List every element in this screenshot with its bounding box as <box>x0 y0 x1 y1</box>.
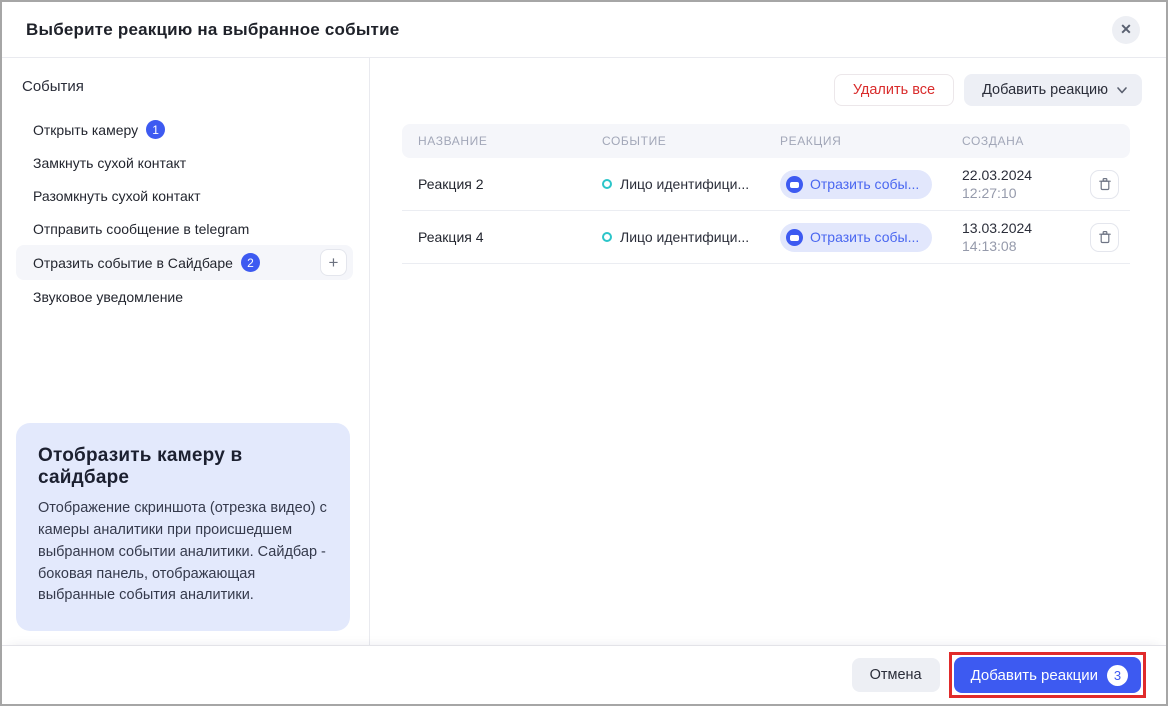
column-header-name: НАЗВАНИЕ <box>418 134 602 148</box>
column-header-event: СОБЫТИЕ <box>602 134 780 148</box>
delete-all-label: Удалить все <box>853 82 935 98</box>
submit-label: Добавить реакции <box>971 667 1098 684</box>
sidebar-item-sound-notification[interactable]: Звуковое уведомление <box>16 280 353 313</box>
plus-icon: + <box>329 254 339 271</box>
delete-reaction-button[interactable] <box>1090 170 1119 199</box>
sidebar-item-label: Замкнуть сухой контакт <box>33 155 186 171</box>
sidebar-item-open-dry-contact[interactable]: Разомкнуть сухой контакт <box>16 179 353 212</box>
event-label: Лицо идентифици... <box>620 229 749 245</box>
chevron-down-icon <box>1116 84 1128 96</box>
reactions-toolbar: Удалить все Добавить реакцию <box>402 74 1142 106</box>
sidebar-item-label: Звуковое уведомление <box>33 289 183 305</box>
reaction-type-badge[interactable]: Отразить собы... <box>780 223 932 252</box>
reaction-event: Лицо идентифици... <box>602 229 780 245</box>
add-reactions-submit-button[interactable]: Добавить реакции 3 <box>954 657 1141 693</box>
sidebar-reaction-icon <box>786 176 803 193</box>
reaction-dialog: Выберите реакцию на выбранное событие ✕ … <box>0 0 1168 706</box>
info-card-description: Отображение скриншота (отрезка видео) с … <box>38 498 328 607</box>
table-row: Реакция 4 Лицо идентифици... Отразить со… <box>402 211 1130 264</box>
created-cell: 13.03.2024 14:13:08 <box>962 220 1090 254</box>
column-header-reaction: РЕАКЦИЯ <box>780 134 962 148</box>
reaction-type-label: Отразить собы... <box>810 229 919 245</box>
sidebar-item-show-in-sidebar[interactable]: Отразить событие в Сайдбаре 2 + <box>16 245 353 280</box>
created-date: 22.03.2024 <box>962 167 1090 183</box>
close-button[interactable]: ✕ <box>1112 16 1140 44</box>
sidebar-reaction-icon <box>786 229 803 246</box>
add-reaction-label: Добавить реакцию <box>982 82 1108 98</box>
created-date: 13.03.2024 <box>962 220 1090 236</box>
reaction-event: Лицо идентифици... <box>602 176 780 192</box>
created-time: 12:27:10 <box>962 185 1090 201</box>
reaction-type-badge[interactable]: Отразить собы... <box>780 170 932 199</box>
event-count-badge: 1 <box>146 120 165 139</box>
event-ring-icon <box>602 179 612 189</box>
table-header-row: НАЗВАНИЕ СОБЫТИЕ РЕАКЦИЯ СОЗДАНА <box>402 124 1130 158</box>
dialog-footer: Отмена Добавить реакции 3 <box>2 645 1166 704</box>
trash-icon <box>1098 177 1112 191</box>
dialog-body: События Открыть камеру 1 Замкнуть сухой … <box>2 58 1166 645</box>
reaction-name: Реакция 2 <box>418 176 602 192</box>
reaction-type-label: Отразить собы... <box>810 176 919 192</box>
trash-icon <box>1098 230 1112 244</box>
info-card-title: Отобразить камеру в сайдбаре <box>38 445 328 489</box>
sidebar-item-label: Открыть камеру <box>33 122 138 138</box>
reaction-name: Реакция 4 <box>418 229 602 245</box>
event-count-badge: 2 <box>241 253 260 272</box>
dialog-header: Выберите реакцию на выбранное событие ✕ <box>2 2 1166 58</box>
submit-count-badge: 3 <box>1107 665 1128 686</box>
events-heading: События <box>22 78 353 95</box>
event-info-card: Отобразить камеру в сайдбаре Отображение… <box>16 423 350 631</box>
cancel-button[interactable]: Отмена <box>852 658 940 692</box>
delete-reaction-button[interactable] <box>1090 223 1119 252</box>
table-row: Реакция 2 Лицо идентифици... Отразить со… <box>402 158 1130 211</box>
close-icon: ✕ <box>1120 21 1132 38</box>
sidebar-item-label: Отразить событие в Сайдбаре <box>33 255 233 271</box>
add-event-reaction-button[interactable]: + <box>320 249 347 276</box>
add-reaction-dropdown[interactable]: Добавить реакцию <box>964 74 1142 106</box>
red-highlight-annotation: Добавить реакции 3 <box>949 652 1146 698</box>
events-sidebar: События Открыть камеру 1 Замкнуть сухой … <box>2 58 370 645</box>
cancel-label: Отмена <box>870 667 922 683</box>
delete-all-button[interactable]: Удалить все <box>834 74 954 106</box>
sidebar-item-open-camera[interactable]: Открыть камеру 1 <box>16 113 353 146</box>
event-ring-icon <box>602 232 612 242</box>
reactions-table: НАЗВАНИЕ СОБЫТИЕ РЕАКЦИЯ СОЗДАНА Реакция… <box>402 124 1130 264</box>
reactions-panel: Удалить все Добавить реакцию НАЗВАНИЕ СО… <box>370 58 1166 645</box>
column-header-created: СОЗДАНА <box>962 134 1090 148</box>
sidebar-item-telegram-message[interactable]: Отправить сообщение в telegram <box>16 212 353 245</box>
dialog-title: Выберите реакцию на выбранное событие <box>26 20 399 40</box>
sidebar-item-close-dry-contact[interactable]: Замкнуть сухой контакт <box>16 146 353 179</box>
created-cell: 22.03.2024 12:27:10 <box>962 167 1090 201</box>
sidebar-item-label: Отправить сообщение в telegram <box>33 221 249 237</box>
event-label: Лицо идентифици... <box>620 176 749 192</box>
created-time: 14:13:08 <box>962 238 1090 254</box>
sidebar-item-label: Разомкнуть сухой контакт <box>33 188 201 204</box>
